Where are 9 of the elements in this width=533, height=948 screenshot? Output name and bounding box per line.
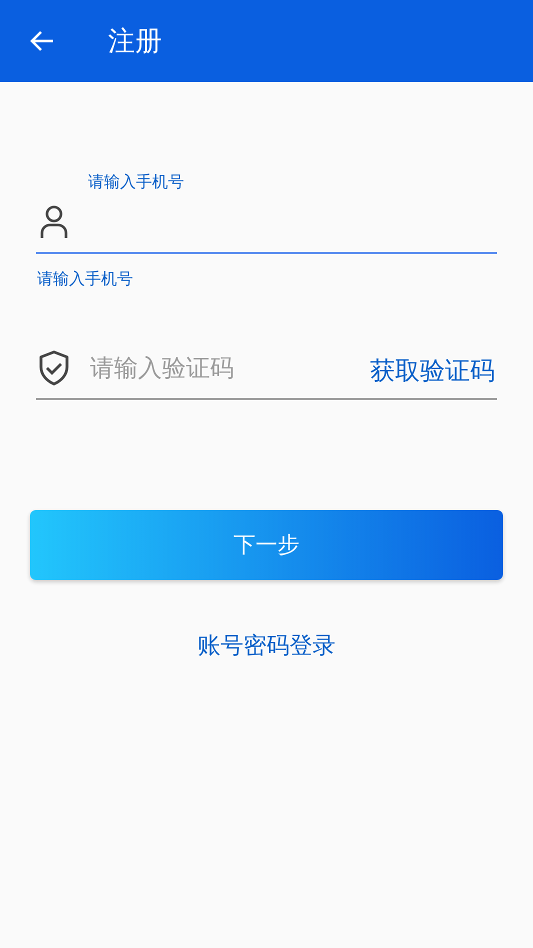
code-input-field[interactable]: 请输入验证码 获取验证码 [36,342,497,400]
shield-check-icon [38,350,70,386]
screen-title: 注册 [108,25,162,59]
phone-input-field[interactable]: 请输入手机号 [36,170,497,254]
next-button[interactable]: 下一步 [30,510,503,580]
get-code-button[interactable]: 获取验证码 [370,354,495,387]
person-icon [38,205,70,239]
password-login-link[interactable]: 账号密码登录 [198,630,336,661]
helper-text: 请输入手机号 [37,269,134,290]
